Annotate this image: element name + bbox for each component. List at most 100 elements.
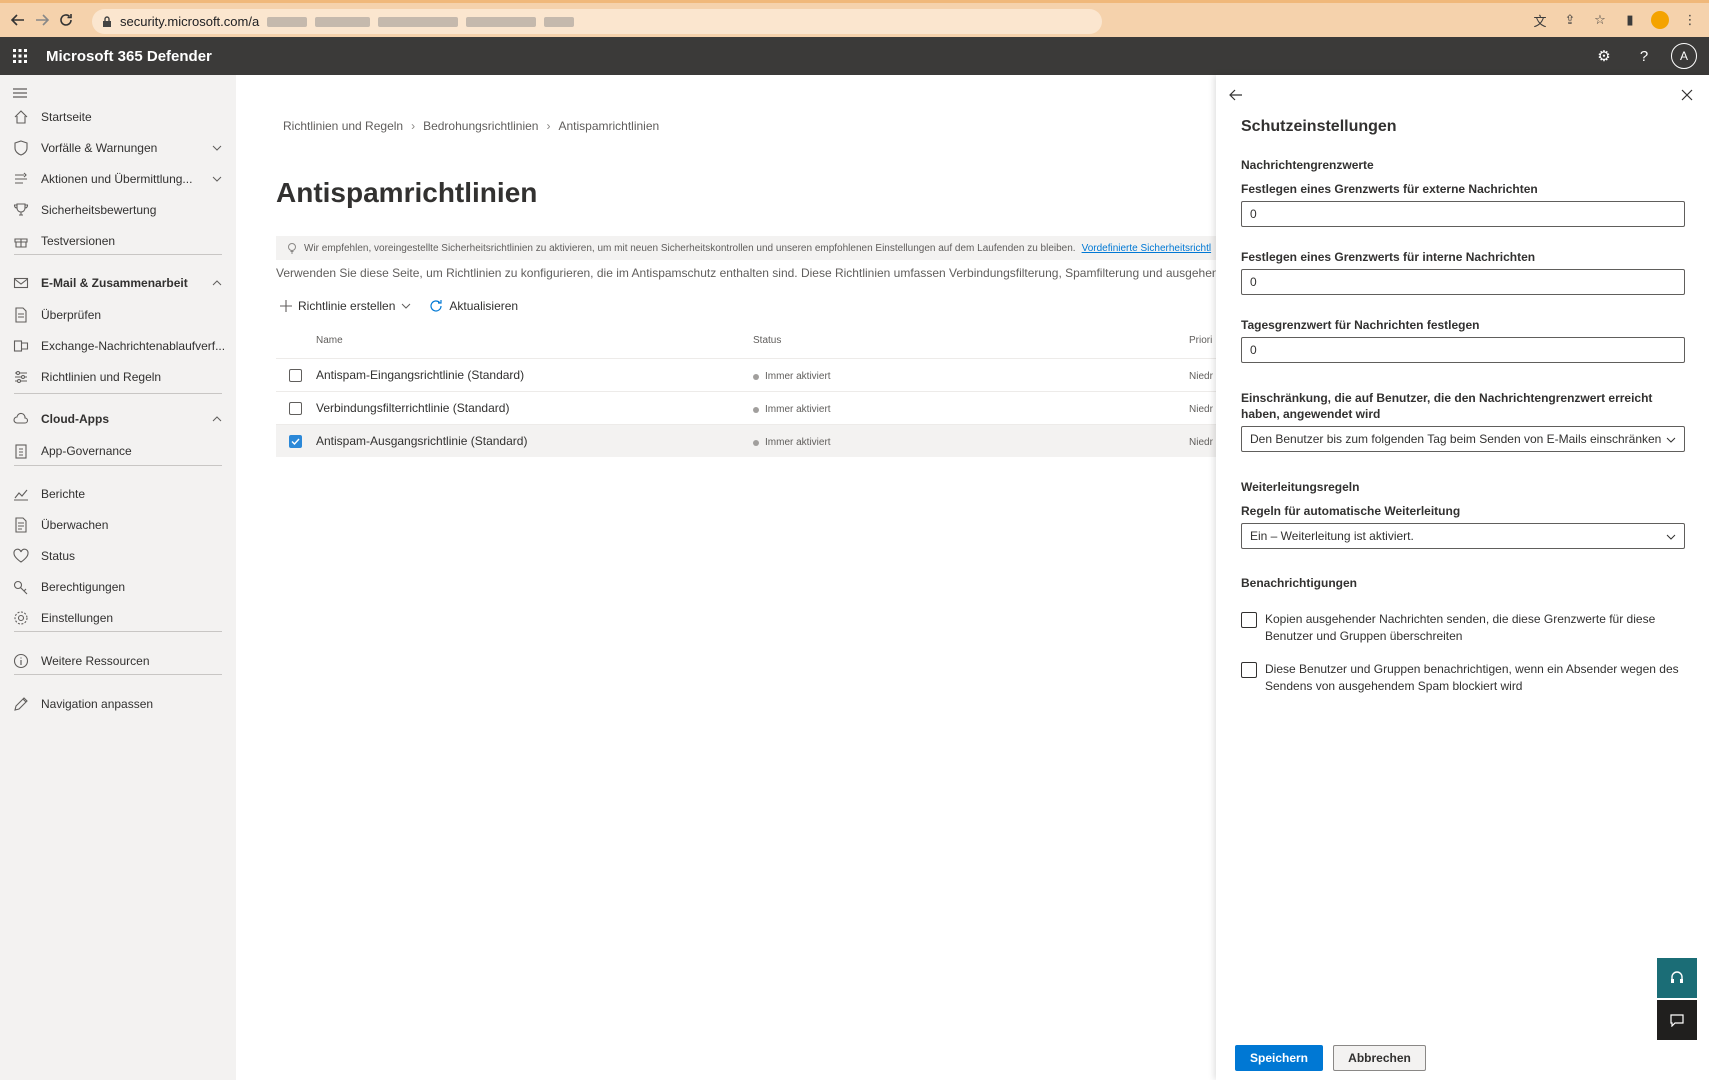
refresh-icon bbox=[430, 300, 442, 312]
sidebar-item-label: Status bbox=[41, 549, 76, 563]
sidebar-item-vorfälle-warnungen[interactable]: Vorfälle & Warnungen bbox=[0, 133, 236, 163]
column-header-name[interactable]: Name bbox=[316, 335, 343, 346]
share-icon[interactable]: ⇪ bbox=[1559, 9, 1581, 31]
breadcrumb-item[interactable]: Richtlinien und Regeln bbox=[283, 119, 403, 133]
shield-icon bbox=[13, 140, 29, 156]
sidebar-item-label: Navigation anpassen bbox=[41, 697, 154, 711]
chevron-down-icon bbox=[1666, 534, 1676, 540]
column-header-priority[interactable]: Priori bbox=[1189, 335, 1212, 346]
audit-icon bbox=[13, 517, 29, 533]
sidebar-item-navigation-anpassen[interactable]: Navigation anpassen bbox=[0, 689, 236, 719]
chevron-down-icon[interactable] bbox=[212, 143, 222, 153]
sidebar-item-überwachen[interactable]: Überwachen bbox=[0, 510, 236, 540]
sidebar-item-label: Weitere Ressourcen bbox=[41, 654, 150, 668]
row-checkbox[interactable] bbox=[289, 369, 302, 382]
lock-icon bbox=[103, 15, 111, 27]
home-icon bbox=[13, 109, 29, 125]
policy-name[interactable]: Antispam-Ausgangsrichtlinie (Standard) bbox=[316, 434, 527, 448]
forwarding-dropdown[interactable]: Ein – Weiterleitung ist aktiviert. bbox=[1241, 523, 1685, 549]
app-title[interactable]: Microsoft 365 Defender bbox=[46, 48, 212, 65]
section-heading: Weiterleitungsregeln bbox=[1241, 480, 1360, 494]
sidepanel-icon[interactable]: ▮ bbox=[1619, 9, 1641, 31]
gift-icon bbox=[13, 233, 29, 249]
sidebar-item-cloud-apps[interactable]: Cloud-Apps bbox=[0, 404, 236, 434]
profile-icon[interactable] bbox=[1649, 9, 1671, 31]
sidebar-item-startseite[interactable]: Startseite bbox=[0, 102, 236, 132]
recommendation-banner: Wir empfehlen, voreingestellte Sicherhei… bbox=[276, 236, 1216, 260]
page-description: Verwenden Sie diese Seite, um Richtlinie… bbox=[276, 266, 1216, 280]
avatar[interactable]: A bbox=[1671, 43, 1697, 69]
chevron-up-icon[interactable] bbox=[212, 414, 222, 424]
protection-settings-panel: Schutzeinstellungen Nachrichtengrenzwert… bbox=[1216, 75, 1709, 1080]
headset-icon bbox=[1671, 971, 1683, 983]
policy-name[interactable]: Verbindungsfilterrichtlinie (Standard) bbox=[316, 401, 509, 415]
sidebar-item-label: Richtlinien und Regeln bbox=[41, 370, 162, 384]
browser-menu-icon[interactable]: ⋮ bbox=[1679, 9, 1701, 31]
help-assistant-button[interactable] bbox=[1657, 958, 1697, 998]
column-header-status[interactable]: Status bbox=[753, 335, 781, 346]
sidebar-item-überprüfen[interactable]: Überprüfen bbox=[0, 300, 236, 330]
internal-limit-input[interactable]: 0 bbox=[1241, 269, 1685, 295]
sidebar-item-label: E-Mail & Zusammenarbeit bbox=[41, 276, 188, 290]
app-launcher-icon[interactable] bbox=[0, 37, 40, 75]
policy-name[interactable]: Antispam-Eingangsrichtlinie (Standard) bbox=[316, 368, 524, 382]
main-content: Richtlinien und Regeln › Bedrohungsricht… bbox=[236, 75, 1216, 1080]
close-icon[interactable] bbox=[1677, 85, 1697, 105]
sidebar-item-app-governance[interactable]: App-Governance bbox=[0, 436, 236, 466]
restriction-dropdown[interactable]: Den Benutzer bis zum folgenden Tag beim … bbox=[1241, 426, 1685, 452]
settings-gear-icon[interactable]: ⚙ bbox=[1591, 43, 1617, 69]
table-row[interactable]: Verbindungsfilterrichtlinie (Standard) I… bbox=[276, 391, 1216, 424]
sidebar-item-status[interactable]: Status bbox=[0, 541, 236, 571]
copy-messages-checkbox[interactable]: Kopien ausgehender Nachrichten senden, d… bbox=[1241, 611, 1685, 645]
refresh-button[interactable]: Aktualisieren bbox=[429, 299, 518, 313]
create-policy-button[interactable]: Richtlinie erstellen bbox=[280, 299, 411, 313]
sidebar-item-weitere-ressourcen[interactable]: Weitere Ressourcen bbox=[0, 646, 236, 676]
chevron-down-icon[interactable] bbox=[212, 174, 222, 184]
exchange-icon bbox=[13, 338, 29, 354]
translate-icon[interactable]: 文 bbox=[1529, 9, 1551, 31]
back-arrow-icon[interactable] bbox=[1226, 85, 1246, 105]
checkbox-box[interactable] bbox=[1241, 612, 1257, 628]
daily-limit-input[interactable]: 0 bbox=[1241, 337, 1685, 363]
sidebar-item-e-mail-zusammenarbeit[interactable]: E-Mail & Zusammenarbeit bbox=[0, 268, 236, 298]
feedback-button[interactable] bbox=[1657, 1000, 1697, 1040]
row-checkbox[interactable] bbox=[289, 435, 302, 448]
field-label: Einschränkung, die auf Benutzer, die den… bbox=[1241, 391, 1653, 421]
address-bar[interactable]: security.microsoft.com/a bbox=[92, 9, 1102, 34]
create-policy-label: Richtlinie erstellen bbox=[298, 299, 396, 313]
banner-link[interactable]: Vordefinierte Sicherheitsrichtl bbox=[1082, 243, 1212, 254]
sidebar-item-einstellungen[interactable]: Einstellungen bbox=[0, 603, 236, 633]
row-checkbox[interactable] bbox=[289, 402, 302, 415]
reload-icon[interactable] bbox=[54, 8, 78, 32]
checkmark-icon bbox=[291, 438, 300, 446]
sidebar-item-aktionen-und-übermittlung[interactable]: Aktionen und Übermittlung... bbox=[0, 164, 236, 194]
sidebar-item-exchange-nachrichtenablaufverf[interactable]: Exchange-Nachrichtenablaufverf... bbox=[0, 331, 236, 361]
breadcrumb-item[interactable]: Bedrohungsrichtlinien bbox=[423, 119, 538, 133]
notify-blocked-checkbox[interactable]: Diese Benutzer und Gruppen benachrichtig… bbox=[1241, 661, 1685, 695]
plus-icon bbox=[280, 300, 292, 312]
back-icon[interactable] bbox=[6, 8, 30, 32]
star-icon[interactable]: ☆ bbox=[1589, 9, 1611, 31]
sidebar-item-berechtigungen[interactable]: Berechtigungen bbox=[0, 572, 236, 602]
sidebar-item-berichte[interactable]: Berichte bbox=[0, 479, 236, 509]
hamburger-icon[interactable] bbox=[12, 85, 28, 101]
field-label: Tagesgrenzwert für Nachrichten festlegen bbox=[1241, 318, 1480, 332]
chevron-up-icon[interactable] bbox=[212, 278, 222, 288]
external-limit-input[interactable]: 0 bbox=[1241, 201, 1685, 227]
help-icon[interactable]: ? bbox=[1631, 43, 1657, 69]
save-button[interactable]: Speichern bbox=[1235, 1045, 1323, 1071]
status-dot-icon bbox=[753, 373, 759, 380]
table-row[interactable]: Antispam-Eingangsrichtlinie (Standard) I… bbox=[276, 358, 1216, 391]
cancel-button[interactable]: Abbrechen bbox=[1333, 1045, 1426, 1071]
forward-icon[interactable] bbox=[30, 8, 54, 32]
chevron-down-icon bbox=[1666, 437, 1676, 443]
sidebar-item-testversionen[interactable]: Testversionen bbox=[0, 226, 236, 256]
clipboard-icon bbox=[13, 443, 29, 459]
sidebar-item-richtlinien-und-regeln[interactable]: Richtlinien und Regeln bbox=[0, 362, 236, 392]
sidebar-item-label: Testversionen bbox=[41, 234, 116, 248]
settings-sliders-icon bbox=[13, 369, 29, 385]
sidebar-item-sicherheitsbewertung[interactable]: Sicherheitsbewertung bbox=[0, 195, 236, 225]
lightbulb-icon bbox=[288, 243, 296, 254]
checkbox-box[interactable] bbox=[1241, 662, 1257, 678]
table-row[interactable]: Antispam-Ausgangsrichtlinie (Standard) I… bbox=[276, 424, 1216, 457]
